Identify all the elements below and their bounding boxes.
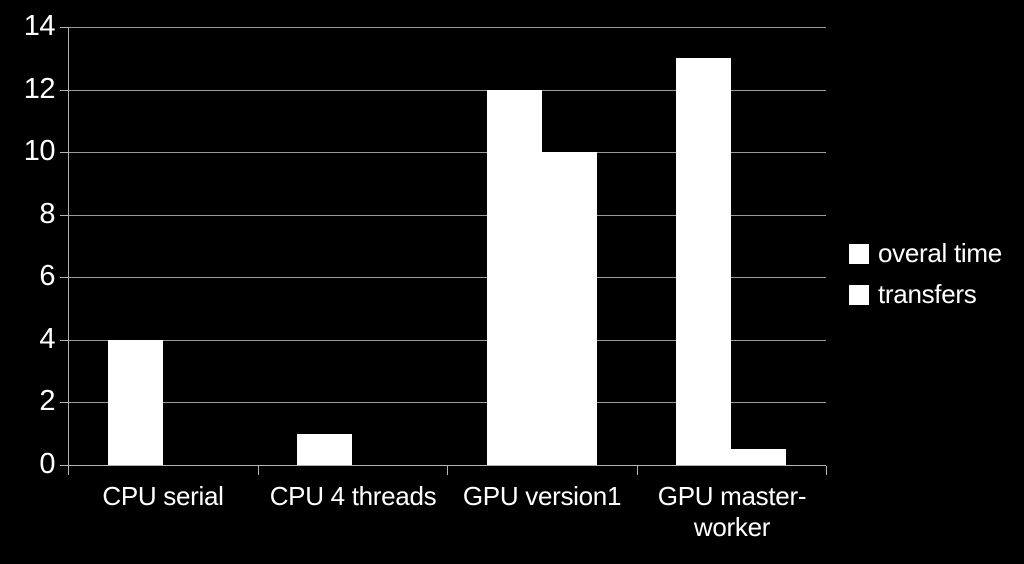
y-tick-mark: [60, 277, 69, 278]
x-category-label-line: GPU version1: [462, 481, 622, 511]
legend-item[interactable]: overal time: [849, 240, 1024, 267]
y-tick-mark: [60, 90, 69, 91]
y-tick-label: 6: [39, 260, 55, 293]
legend-swatch-square-icon: [849, 243, 869, 264]
x-tick-mark: [637, 466, 638, 475]
x-tick-mark: [447, 466, 448, 475]
bar: [542, 152, 597, 465]
legend-label: overal time: [878, 238, 1002, 268]
y-tick-mark: [60, 152, 69, 153]
x-category-label: CPU serial: [68, 481, 258, 512]
x-tick-mark: [826, 466, 827, 475]
legend-item[interactable]: transfers: [849, 281, 1024, 308]
bar: [731, 449, 786, 465]
y-axis: 14 12 10 8 6 4 2 0: [0, 0, 56, 564]
x-category-label: CPU 4 threads: [258, 481, 448, 512]
y-tick-label: 4: [39, 322, 55, 355]
y-tick-mark: [60, 27, 69, 28]
x-category-label: GPU version1: [447, 481, 637, 512]
x-tick-mark: [68, 466, 69, 475]
x-category-label: GPU master-worker: [637, 481, 827, 543]
y-tick-label: 12: [23, 72, 56, 105]
bar: [108, 340, 163, 465]
y-tick-mark: [60, 402, 69, 403]
plot-area: [68, 27, 826, 465]
x-category-label-line: CPU serial: [102, 481, 224, 511]
y-tick-label: 0: [39, 448, 55, 480]
legend-label: transfers: [878, 279, 977, 309]
legend-swatch-square-icon: [849, 284, 869, 305]
y-tick-mark: [60, 340, 69, 341]
bar: [487, 90, 542, 465]
bar: [297, 434, 352, 465]
y-tick-label: 14: [23, 10, 56, 42]
x-category-label-line: worker: [693, 512, 771, 542]
y-tick-label: 10: [23, 135, 56, 168]
y-tick-label: 8: [39, 197, 55, 230]
x-category-label-line: CPU 4 threads: [269, 481, 437, 511]
x-category-label-line: GPU master-: [657, 481, 807, 511]
y-tick-mark: [60, 465, 69, 466]
y-tick-mark: [60, 215, 69, 216]
bar: [676, 58, 731, 465]
bar-chart: 14 12 10 8 6 4 2 0 CPU serial CPU 4 threads GPU v…: [0, 0, 1024, 564]
x-tick-mark: [258, 466, 259, 475]
chart-legend: overal time transfers: [849, 240, 1024, 322]
gridline: [68, 27, 826, 28]
y-tick-label: 2: [39, 385, 55, 418]
